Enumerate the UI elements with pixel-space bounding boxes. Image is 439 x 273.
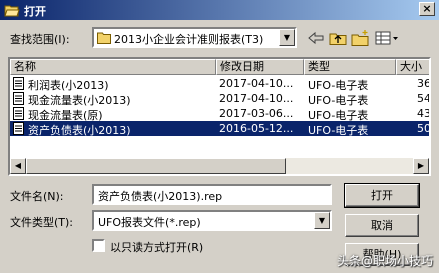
column-header-name[interactable]: 名称 bbox=[10, 59, 216, 75]
filename-value: 资产负债表(小2013).rep bbox=[98, 190, 223, 203]
horizontal-scrollbar[interactable]: ◀ ▶ bbox=[10, 158, 429, 174]
up-folder-icon[interactable] bbox=[328, 29, 348, 47]
file-size: 36 bbox=[417, 77, 431, 90]
window-title: 打开 bbox=[24, 5, 46, 18]
title-bar[interactable]: 打开 × bbox=[0, 0, 439, 20]
filename-input[interactable]: 资产负债表(小2013).rep bbox=[92, 184, 332, 205]
open-button[interactable]: 打开 bbox=[344, 183, 420, 208]
file-size: 50 bbox=[417, 122, 431, 135]
filename-label: 文件名(N): bbox=[10, 190, 64, 203]
file-row[interactable]: 现金流量表(原) 2017-03-06... UFO-电子表 43 bbox=[10, 106, 431, 122]
view-menu-icon[interactable] bbox=[374, 29, 400, 47]
file-icon bbox=[13, 92, 24, 105]
readonly-label[interactable]: 以只读方式打开(R) bbox=[110, 239, 203, 255]
back-icon[interactable] bbox=[306, 29, 326, 47]
column-header-date[interactable]: 修改日期 bbox=[216, 59, 304, 75]
open-dialog: 打开 × 查找范围(I): 2013小企业会计准则报表(T3) ▼ 名称 修改日… bbox=[0, 0, 439, 273]
column-header-type[interactable]: 类型 bbox=[304, 59, 396, 75]
file-icon bbox=[13, 107, 24, 120]
file-name: 资产负债表(小2013) bbox=[28, 124, 131, 137]
file-date: 2017-04-10... bbox=[219, 92, 294, 105]
filetype-label: 文件类型(T): bbox=[10, 216, 74, 229]
filetype-value: UFO报表文件(*.rep) bbox=[98, 216, 201, 229]
lookin-combobox[interactable]: 2013小企业会计准则报表(T3) ▼ bbox=[92, 27, 297, 48]
file-date: 2017-03-06... bbox=[219, 107, 294, 120]
file-row[interactable]: 利润表(小2013) 2017-04-10... UFO-电子表 36 bbox=[10, 76, 431, 92]
file-icon bbox=[13, 77, 24, 90]
file-icon bbox=[13, 122, 24, 135]
folder-open-icon bbox=[4, 5, 20, 17]
filetype-dropdown-button[interactable]: ▼ bbox=[314, 212, 330, 229]
scroll-right-button[interactable]: ▶ bbox=[413, 158, 429, 174]
file-list[interactable]: 名称 修改日期 类型 大小 利润表(小2013) 2017-04-10... U… bbox=[8, 57, 431, 176]
lookin-label: 查找范围(I): bbox=[10, 33, 70, 46]
close-button[interactable]: × bbox=[419, 2, 435, 16]
file-size: 43 bbox=[417, 107, 431, 120]
column-header-size[interactable]: 大小 bbox=[396, 59, 429, 75]
folder-icon bbox=[97, 32, 111, 44]
lookin-value: 2013小企业会计准则报表(T3) bbox=[114, 33, 264, 46]
new-folder-icon[interactable] bbox=[350, 29, 370, 47]
watermark: 头条@职场小技巧 bbox=[336, 254, 433, 268]
readonly-checkbox[interactable] bbox=[92, 239, 105, 252]
file-date: 2016-05-12... bbox=[219, 122, 294, 135]
file-type: UFO-电子表 bbox=[308, 124, 369, 137]
scroll-left-button[interactable]: ◀ bbox=[10, 158, 26, 174]
file-date: 2017-04-10... bbox=[219, 77, 294, 90]
file-size: 54 bbox=[417, 92, 431, 105]
file-row-selected[interactable]: 资产负债表(小2013) 2016-05-12... UFO-电子表 50 bbox=[10, 121, 431, 137]
scroll-thumb[interactable] bbox=[26, 158, 286, 174]
file-row[interactable]: 现金流量表(小2013) 2017-04-10... UFO-电子表 54 bbox=[10, 91, 431, 107]
cancel-button[interactable]: 取消 bbox=[345, 214, 419, 237]
lookin-dropdown-button[interactable]: ▼ bbox=[279, 29, 295, 46]
filetype-combobox[interactable]: UFO报表文件(*.rep) ▼ bbox=[92, 210, 332, 231]
